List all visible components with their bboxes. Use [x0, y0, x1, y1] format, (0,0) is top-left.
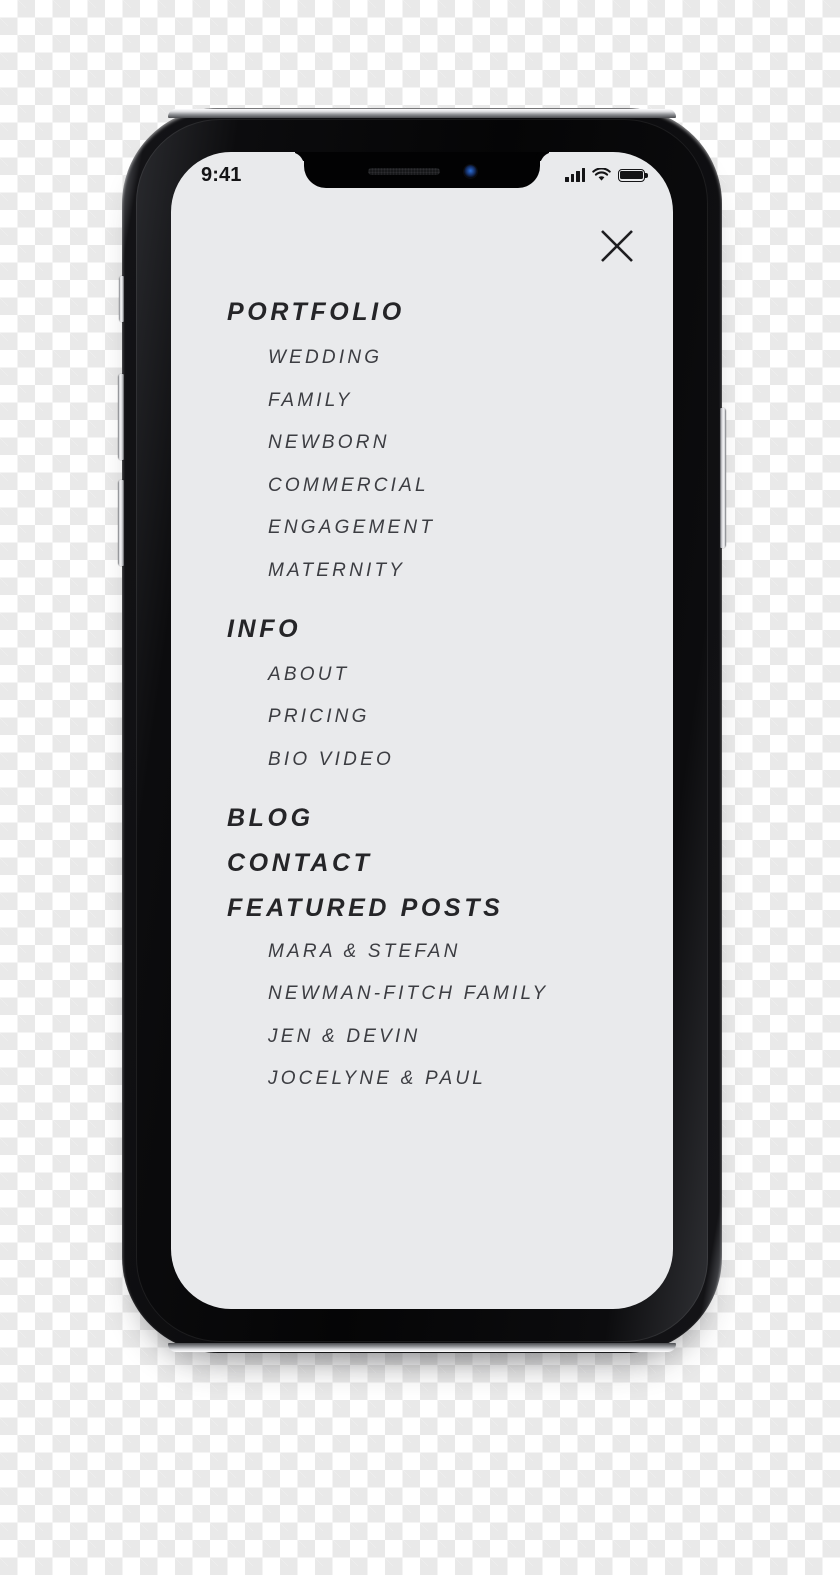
status-bar-time: 9:41: [201, 163, 242, 186]
menu-section-featured-posts: FEATURED POSTS MARA & STEFAN NEWMAN-FITC…: [227, 895, 633, 1088]
canvas: 9:41 PORTFOLIO WEDDING FAMILY NEWBORN CO…: [0, 0, 840, 1575]
menu-section-contact: CONTACT: [227, 850, 633, 876]
battery-icon: [618, 168, 648, 182]
menu-item-engagement[interactable]: ENGAGEMENT: [227, 518, 633, 537]
menu-item-maternity[interactable]: MATERNITY: [227, 561, 633, 580]
menu-item-bio-video[interactable]: BIO VIDEO: [227, 750, 633, 769]
menu-section-portfolio: PORTFOLIO WEDDING FAMILY NEWBORN COMMERC…: [227, 300, 633, 580]
menu-heading-info[interactable]: INFO: [227, 616, 633, 642]
menu-item-mara-and-stefan[interactable]: MARA & STEFAN: [227, 942, 633, 961]
frame-rail-bottom: [168, 1343, 676, 1352]
status-bar: 9:41: [171, 152, 673, 196]
status-bar-indicators: [565, 167, 648, 182]
wifi-icon: [592, 168, 611, 181]
menu-item-jen-and-devin[interactable]: JEN & DEVIN: [227, 1027, 633, 1046]
phone-device-frame: 9:41 PORTFOLIO WEDDING FAMILY NEWBORN CO…: [118, 108, 726, 1353]
menu-item-commercial[interactable]: COMMERCIAL: [227, 476, 633, 495]
menu-section-blog: BLOG: [227, 805, 633, 831]
menu-item-newman-fitch-family[interactable]: NEWMAN-FITCH FAMILY: [227, 984, 633, 1003]
menu-heading-contact[interactable]: CONTACT: [227, 850, 633, 876]
menu-item-newborn[interactable]: NEWBORN: [227, 433, 633, 452]
silent-switch-button[interactable]: [119, 276, 124, 322]
menu-heading-blog[interactable]: BLOG: [227, 805, 633, 831]
menu-item-jocelyne-and-paul[interactable]: JOCELYNE & PAUL: [227, 1069, 633, 1088]
power-button[interactable]: [720, 408, 726, 548]
frame-rail-top: [168, 109, 676, 118]
signal-bars-icon: [565, 167, 585, 182]
menu-section-info: INFO ABOUT PRICING BIO VIDEO: [227, 616, 633, 769]
volume-up-button[interactable]: [118, 374, 124, 460]
close-icon: [601, 230, 633, 262]
menu-item-family[interactable]: FAMILY: [227, 391, 633, 410]
volume-down-button[interactable]: [118, 480, 124, 566]
phone-screen: 9:41 PORTFOLIO WEDDING FAMILY NEWBORN CO…: [171, 152, 673, 1309]
menu-item-about[interactable]: ABOUT: [227, 665, 633, 684]
menu-heading-featured-posts[interactable]: FEATURED POSTS: [227, 895, 633, 921]
menu-item-wedding[interactable]: WEDDING: [227, 348, 633, 367]
menu-item-pricing[interactable]: PRICING: [227, 707, 633, 726]
phone-bezel: 9:41 PORTFOLIO WEDDING FAMILY NEWBORN CO…: [136, 119, 708, 1342]
close-button[interactable]: [595, 224, 639, 268]
menu-heading-portfolio[interactable]: PORTFOLIO: [227, 300, 633, 325]
navigation-menu: PORTFOLIO WEDDING FAMILY NEWBORN COMMERC…: [227, 300, 633, 1089]
